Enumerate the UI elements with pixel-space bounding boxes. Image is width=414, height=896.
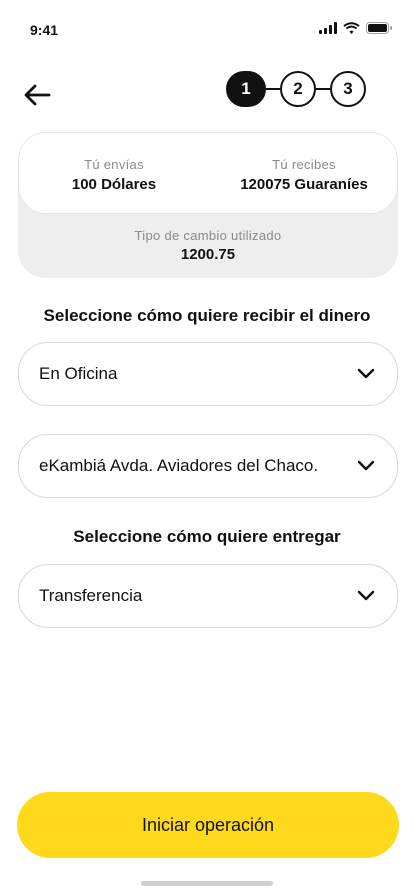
send-column: Tú envías 100 Dólares [19,157,209,193]
step-2: 2 [280,71,316,107]
deliver-method-select[interactable]: Transferencia [18,564,398,628]
deliver-method-value: Transferencia [39,586,143,605]
office-value: eKambiá Avda. Aviadores del Chaco. [39,456,319,475]
status-time: 9:41 [30,22,59,38]
send-value: 100 Dólares [71,176,157,193]
back-arrow-icon [24,84,51,106]
receive-value: 120075 Guaraníes [240,176,368,193]
battery-icon [366,22,392,34]
chevron-down-icon [357,457,375,475]
receive-method-select[interactable]: En Oficina [18,342,398,406]
rate-value: 1200.75 [180,246,236,263]
chevron-down-icon [357,365,375,383]
office-select[interactable]: eKambiá Avda. Aviadores del Chaco. [18,434,398,498]
step-connector [266,88,280,90]
send-label: Tú envías [84,157,144,172]
receive-method-value: En Oficina [39,364,118,383]
chevron-down-icon [357,587,375,605]
step-connector [316,88,330,90]
amounts-panel: Tú envías 100 Dólares Tú recibes 120075 … [18,132,398,214]
receive-column: Tú recibes 120075 Guaraníes [209,157,398,193]
exchange-rate: Tipo de cambio utilizado 1200.75 [18,228,398,263]
step-3: 3 [330,71,366,107]
home-indicator [141,881,273,886]
back-button[interactable] [20,80,54,110]
exchange-summary-card: Tú envías 100 Dólares Tú recibes 120075 … [18,132,398,278]
receive-section-title: Seleccione cómo quiere recibir el dinero [43,306,371,325]
deliver-section-title: Seleccione cómo quiere entregar [73,527,341,546]
status-bar: 9:41 [0,0,414,50]
progress-stepper: 1 2 3 [226,71,366,107]
receive-label: Tú recibes [272,157,336,172]
step-1: 1 [226,71,266,107]
signal-icon [319,22,337,34]
start-operation-button[interactable]: Iniciar operación [17,792,399,858]
wifi-icon [343,22,360,34]
status-icons [319,22,392,34]
rate-label: Tipo de cambio utilizado [134,228,282,243]
